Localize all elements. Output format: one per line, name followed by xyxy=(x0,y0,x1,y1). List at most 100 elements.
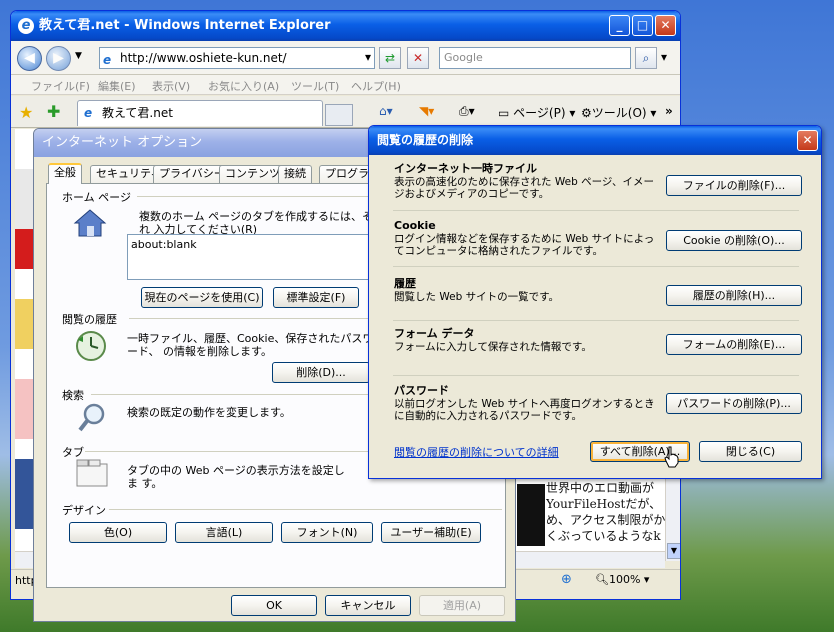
section-divider xyxy=(109,509,502,510)
use-default-button[interactable]: 標準設定(F) xyxy=(273,287,359,308)
ok-button[interactable]: OK xyxy=(231,595,317,616)
print-icon[interactable]: ⎙▾ xyxy=(459,104,475,119)
history-section-title: 閲覧の履歴 xyxy=(62,313,117,326)
password-section: パスワード 以前ログオンした Web サイトへ再度ログオンするときに自動的に入力… xyxy=(394,384,662,422)
page-text-line: め、アクセス制限がか xyxy=(546,513,666,527)
delete-cookies-button[interactable]: Cookie の削除(O)... xyxy=(666,230,802,251)
address-bar[interactable]: e http://www.oshiete-kun.net/ xyxy=(99,47,375,69)
history-clock-icon xyxy=(75,330,107,362)
menu-file[interactable]: ファイル(F) xyxy=(31,78,90,94)
section-divider xyxy=(393,266,799,267)
menu-favorites[interactable]: お気に入り(A) xyxy=(208,78,279,94)
favorites-star-icon[interactable]: ★ xyxy=(19,103,33,122)
menu-tools[interactable]: ツール(T) xyxy=(291,78,339,94)
gear-icon: ⚙ xyxy=(581,106,592,120)
add-favorite-icon[interactable]: ✚ xyxy=(47,102,60,121)
tabs-window-icon xyxy=(75,458,109,488)
tab-favicon-icon: e xyxy=(84,106,93,120)
section-heading: インターネット一時ファイル xyxy=(394,162,537,175)
dialog-close-button[interactable]: ✕ xyxy=(797,130,818,151)
section-description: フォームに入力して保存された情報です。 xyxy=(394,341,592,353)
section-divider xyxy=(393,320,799,321)
security-zone-icon: ⊕ xyxy=(561,572,572,587)
page-menu-button[interactable]: ▭ ページ(P) ▾ xyxy=(498,104,575,121)
cookie-section: Cookie ログイン情報などを保存するために Web サイトによってコンピュー… xyxy=(394,219,662,257)
history-delete-button[interactable]: 削除(D)... xyxy=(272,362,370,383)
history-dropdown-icon[interactable]: ▼ xyxy=(75,51,82,61)
delete-history-button[interactable]: 履歴の削除(H)... xyxy=(666,285,802,306)
history-section: 履歴 閲覧した Web サイトの一覧です。 xyxy=(394,277,662,303)
use-current-button[interactable]: 現在のページを使用(C) xyxy=(141,287,263,308)
new-tab-button[interactable] xyxy=(325,104,353,126)
search-button[interactable]: ⌕ xyxy=(635,47,657,69)
form-data-section: フォーム データ フォームに入力して保存された情報です。 xyxy=(394,327,662,353)
close-button[interactable]: 閉じる(C) xyxy=(699,441,802,462)
tab-connections[interactable]: 接続 xyxy=(278,165,312,183)
hand-cursor-icon xyxy=(664,446,680,468)
page-video-thumbnail xyxy=(517,484,545,546)
options-title: インターネット オプション xyxy=(42,135,203,150)
home-icon xyxy=(73,208,107,238)
forward-button[interactable]: ▶ xyxy=(46,46,71,71)
page-menu-label: ページ(P) xyxy=(513,106,566,120)
section-description: 表示の高速化のために保存された Web ページ、イメージおよびメディアのコピーで… xyxy=(394,176,655,200)
tab-oshiete-kun[interactable]: e 教えて君.net xyxy=(77,100,323,126)
stop-button[interactable]: ✕ xyxy=(407,47,429,69)
address-toolbar: ◀ ▶ ▼ e http://www.oshiete-kun.net/ ▾ ⇄ … xyxy=(11,41,680,75)
delete-history-title: 閲覧の履歴の削除 xyxy=(377,133,474,147)
page-text-line: 世界中のエロ動画が xyxy=(546,481,655,495)
section-divider xyxy=(393,375,799,376)
languages-button[interactable]: 言語(L) xyxy=(175,522,273,543)
section-description: 閲覧した Web サイトの一覧です。 xyxy=(394,291,560,303)
section-heading: パスワード xyxy=(394,384,449,397)
more-commands-icon[interactable]: » xyxy=(665,104,673,118)
address-dropdown-icon[interactable]: ▾ xyxy=(357,47,379,69)
details-link[interactable]: 閲覧の履歴の削除についての詳細 xyxy=(394,444,559,460)
tab-content[interactable]: コンテンツ xyxy=(219,165,286,183)
menu-bar: ファイル(F) 編集(E) 表示(V) お気に入り(A) ツール(T) ヘルプ(… xyxy=(11,75,680,95)
search-description: 検索の既定の動作を変更します。 xyxy=(127,406,291,419)
search-options-icon[interactable]: ▾ xyxy=(657,47,671,69)
maximize-button[interactable]: □ xyxy=(632,15,653,36)
page-text-line: YourFileHostだが、 xyxy=(546,497,662,511)
minimize-button[interactable]: _ xyxy=(609,15,630,36)
design-section-title: デザイン xyxy=(62,504,106,517)
delete-forms-button[interactable]: フォームの削除(E)... xyxy=(666,334,802,355)
delete-files-button[interactable]: ファイルの削除(F)... xyxy=(666,175,802,196)
delete-history-title-bar[interactable]: 閲覧の履歴の削除 ✕ xyxy=(369,126,821,155)
section-heading: フォーム データ xyxy=(394,327,475,340)
menu-help[interactable]: ヘルプ(H) xyxy=(351,78,401,94)
temp-files-section: インターネット一時ファイル 表示の高速化のために保存された Web ページ、イメ… xyxy=(394,162,662,200)
home-page-url: about:blank xyxy=(131,238,197,251)
search-section-title: 検索 xyxy=(62,389,84,402)
home-page-url-field[interactable]: about:blank xyxy=(127,234,377,280)
section-description: ログイン情報などを保存するために Web サイトによってコンピュータに格納された… xyxy=(394,233,655,257)
tab-bar: ★ ✚ e 教えて君.net ⌂▾ ◥▾ ⎙▾ ▭ ページ(P) ▾ ⚙ツール(… xyxy=(11,96,680,128)
feeds-icon[interactable]: ◥▾ xyxy=(419,104,434,118)
home-icon[interactable]: ⌂▾ xyxy=(379,104,393,118)
search-input[interactable]: Google xyxy=(439,47,631,69)
menu-view[interactable]: 表示(V) xyxy=(152,78,190,94)
tabs-description: タブの中の Web ページの表示方法を設定しま す。 xyxy=(127,464,345,490)
zoom-control[interactable]: 🔍︎100% ▾ xyxy=(595,573,649,586)
section-description: 以前ログオンした Web サイトへ再度ログオンするときに自動的に入力されるパスワ… xyxy=(394,398,655,422)
colors-button[interactable]: 色(O) xyxy=(69,522,167,543)
back-button[interactable]: ◀ xyxy=(17,46,42,71)
ie-title-bar[interactable]: e 教えて君.net - Windows Internet Explorer _… xyxy=(11,11,680,41)
cancel-button[interactable]: キャンセル xyxy=(325,595,411,616)
close-window-button[interactable]: ✕ xyxy=(655,15,676,36)
apply-button[interactable]: 適用(A) xyxy=(419,595,505,616)
home-page-description: 複数のホーム ページのタブを作成するには、それぞれ 入力してください(R) xyxy=(139,210,395,236)
refresh-button[interactable]: ⇄ xyxy=(379,47,401,69)
accessibility-button[interactable]: ユーザー補助(E) xyxy=(381,522,481,543)
tab-general[interactable]: 全般 xyxy=(48,163,82,184)
delete-history-dialog: 閲覧の履歴の削除 ✕ インターネット一時ファイル 表示の高速化のために保存された… xyxy=(368,125,822,479)
delete-passwords-button[interactable]: パスワードの削除(P)... xyxy=(666,393,802,414)
address-text: http://www.oshiete-kun.net/ xyxy=(120,51,287,65)
tools-menu-button[interactable]: ⚙ツール(O) ▾ xyxy=(581,104,656,121)
menu-edit[interactable]: 編集(E) xyxy=(98,78,136,94)
scroll-down-button[interactable]: ▼ xyxy=(667,543,680,559)
fonts-button[interactable]: フォント(N) xyxy=(281,522,373,543)
section-divider xyxy=(393,210,799,211)
section-heading: 履歴 xyxy=(394,277,416,290)
